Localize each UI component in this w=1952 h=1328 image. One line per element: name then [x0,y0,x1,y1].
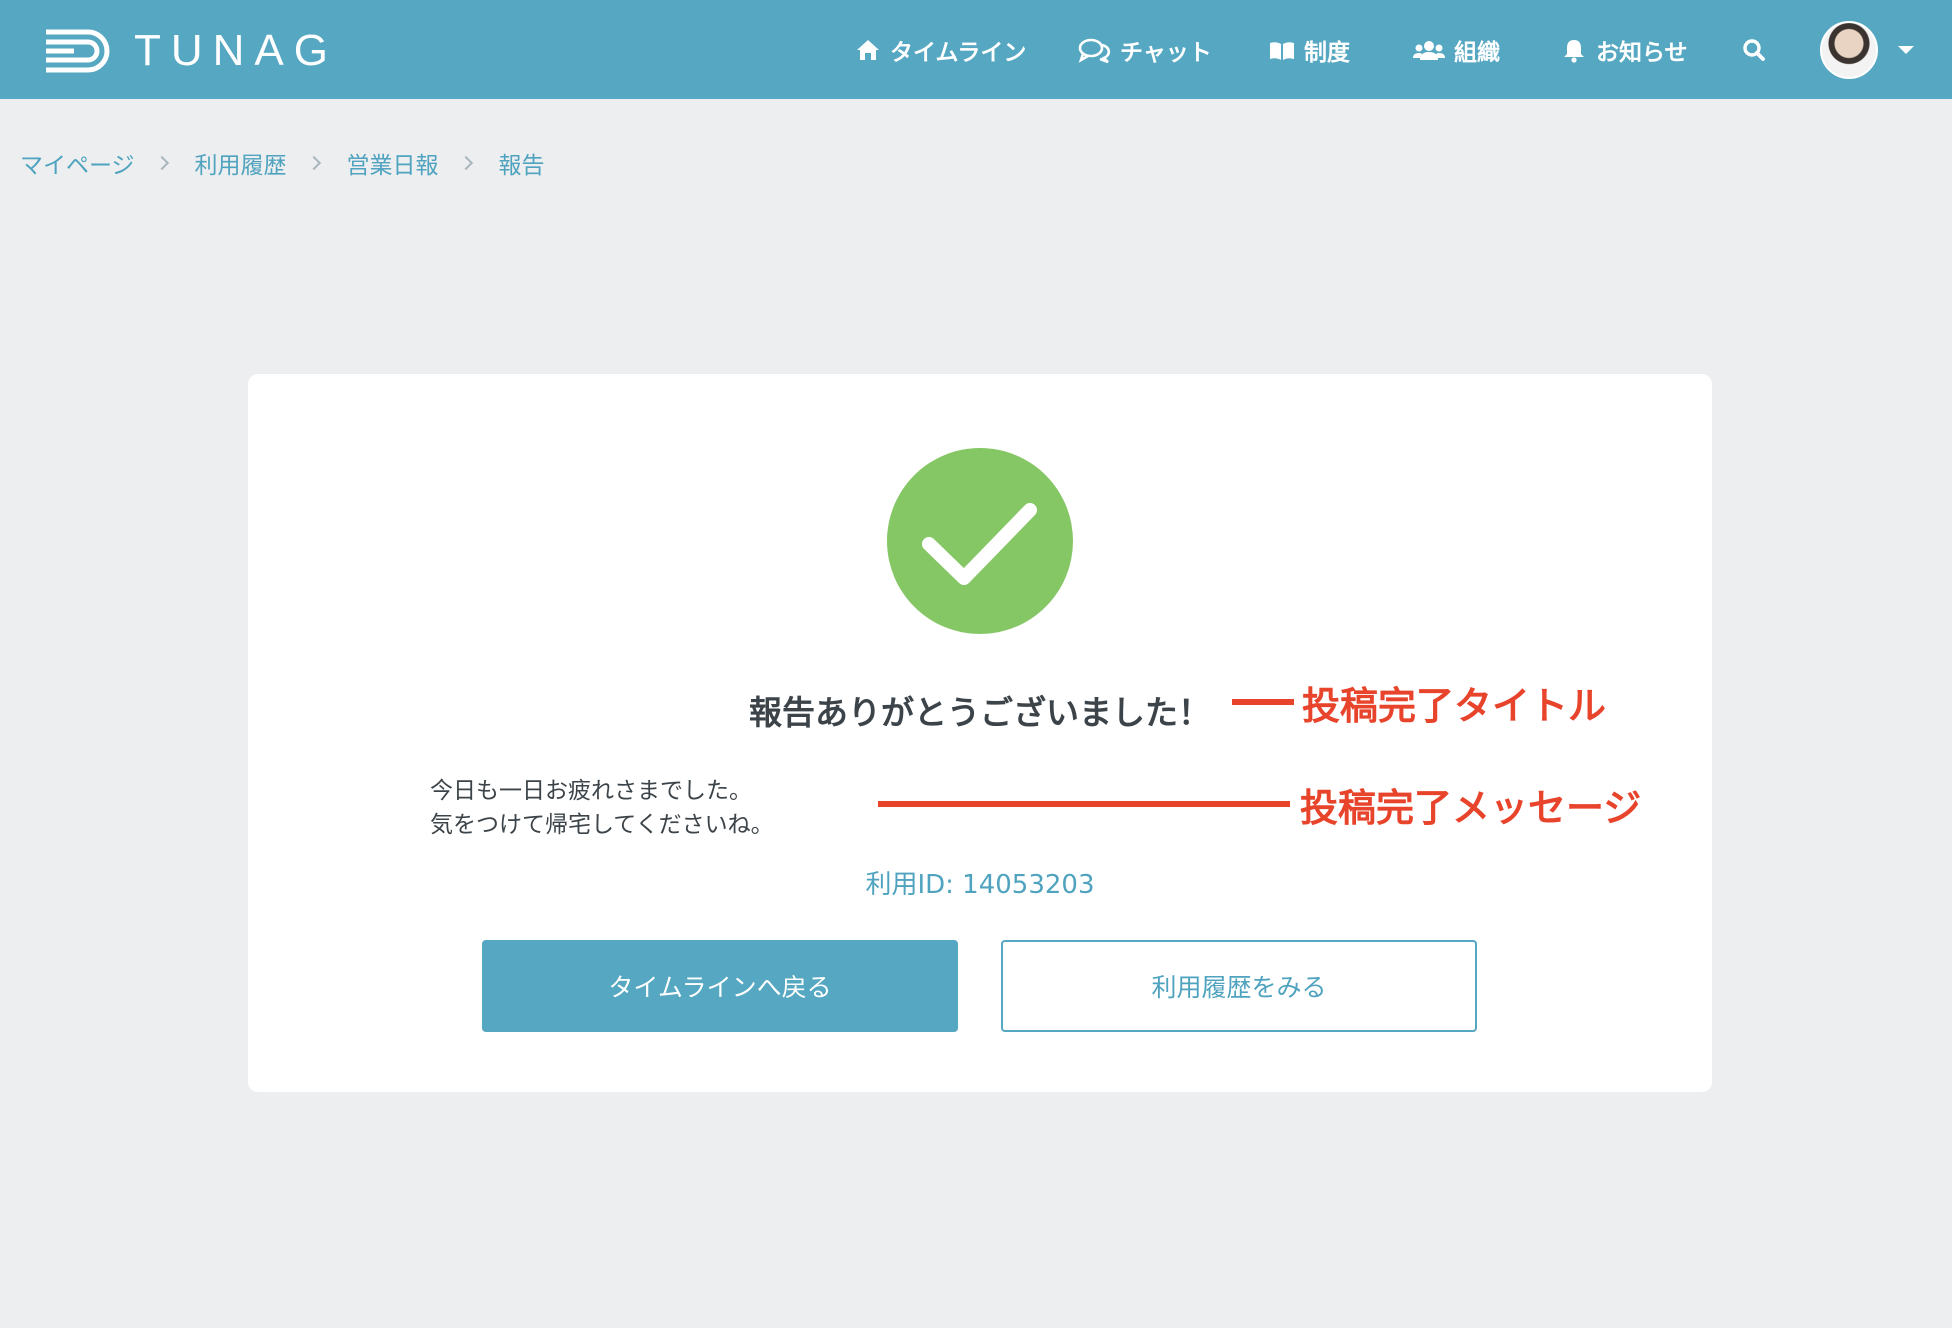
nav-item-chat[interactable]: チャット [1078,0,1212,99]
completion-card: 報告ありがとうございました！ 今日も一日お疲れさまでした。 気をつけて帰宅してく… [248,374,1712,1092]
nav-item-system[interactable]: 制度 [1268,0,1350,99]
search-icon [1740,36,1768,64]
success-indicator [887,448,1073,634]
nav-item-organization-label: 組織 [1454,39,1500,66]
title-annotation-label: 投稿完了タイトル [1302,684,1607,728]
nav-item-notice[interactable]: お知らせ [1560,0,1688,99]
chevron-right-icon [154,155,169,171]
nav-item-timeline-label: タイムライン [890,39,1027,66]
book-icon [1268,36,1296,64]
tunag-logo[interactable]: TUNAG [44,28,338,74]
nav-item-timeline[interactable]: タイムライン [854,0,1026,99]
user-avatar[interactable] [1820,21,1878,79]
completion-message: 今日も一日お疲れさまでした。 気をつけて帰宅してくださいね。 [430,774,774,842]
view-usage-history-button[interactable]: 利用履歴をみる [1001,940,1477,1032]
caret-down-icon[interactable] [1898,46,1914,54]
breadcrumb-item-sales-report[interactable]: 営業日報 [347,146,439,180]
completion-message-line: 今日も一日お疲れさまでした。 [430,778,752,804]
top-navigation-bar: TUNAG タイムライン チャット 制度 組織 お知らせ [0,0,1952,99]
message-annotation-line [878,801,1290,807]
bell-icon [1560,36,1588,64]
back-to-timeline-button[interactable]: タイムラインへ戻る [482,940,958,1032]
breadcrumb-item-report[interactable]: 報告 [499,146,545,180]
home-icon [854,36,882,64]
completion-message-line: 気をつけて帰宅してくださいね。 [430,812,774,838]
message-annotation-label: 投稿完了メッセージ [1300,786,1642,830]
breadcrumb: マイページ 利用履歴 営業日報 報告 [20,146,545,180]
logo-mark-icon [46,29,110,73]
check-icon [922,503,1037,585]
title-annotation-line [1232,699,1294,705]
chat-icon [1078,36,1112,64]
logo-text: TUNAG [134,26,338,75]
search-button[interactable] [1740,0,1776,99]
nav-item-organization[interactable]: 組織 [1412,0,1500,99]
usage-id: 利用ID: 14053203 [865,870,1095,900]
chevron-right-icon [306,155,321,171]
users-icon [1412,36,1446,64]
chevron-right-icon [458,155,473,171]
breadcrumb-item-usage-history[interactable]: 利用履歴 [195,146,287,180]
breadcrumb-item-mypage[interactable]: マイページ [20,146,135,180]
nav-item-system-label: 制度 [1304,39,1350,66]
nav-item-notice-label: お知らせ [1596,39,1688,66]
nav-item-chat-label: チャット [1120,39,1212,66]
